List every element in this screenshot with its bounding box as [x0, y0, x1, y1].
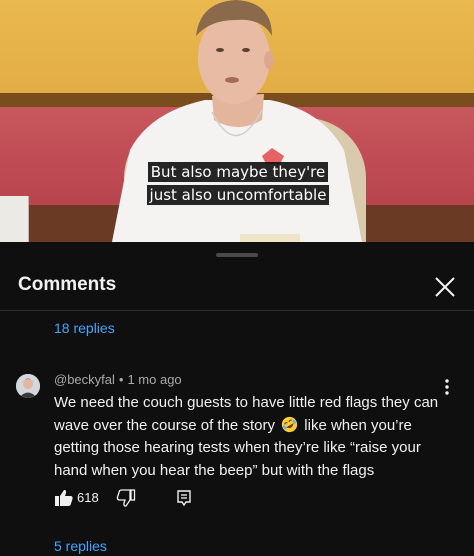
rolling-on-floor-laughing-emoji-icon: [281, 416, 298, 432]
view-replies-link-previous[interactable]: 18 replies: [54, 320, 115, 336]
reply-icon: [177, 490, 191, 507]
close-button[interactable]: [428, 270, 462, 304]
like-button[interactable]: [54, 488, 74, 508]
drag-handle[interactable]: [216, 253, 258, 257]
video-player[interactable]: But also maybe they're just also uncomfo…: [0, 0, 474, 242]
video-caption: But also maybe they're just also uncomfo…: [145, 161, 331, 207]
thumbs-up-icon: [55, 489, 73, 506]
caption-line-2: just also uncomfortable: [146, 185, 330, 205]
view-replies-link[interactable]: 5 replies: [54, 538, 107, 554]
dislike-button[interactable]: [116, 488, 136, 508]
comments-sheet: Comments 18 replies @beckyfal • 1 mo ago…: [0, 242, 474, 556]
reply-button[interactable]: [174, 488, 194, 508]
comment-actions: 618: [54, 488, 254, 512]
comment-meta: @beckyfal • 1 mo ago: [54, 372, 182, 387]
meta-separator: •: [118, 372, 124, 387]
caption-line-1: But also maybe they're: [147, 162, 329, 182]
comments-title: Comments: [18, 274, 117, 295]
like-count: 618: [77, 490, 99, 505]
avatar-image: [16, 374, 40, 398]
comment-author[interactable]: @beckyfal: [54, 372, 115, 387]
thumbs-down-icon: [116, 489, 136, 507]
screen: But also maybe they're just also uncomfo…: [0, 0, 474, 556]
comment-time: 1 mo ago: [127, 372, 182, 387]
close-icon: [435, 277, 455, 297]
avatar[interactable]: [16, 374, 40, 398]
comment-item: @beckyfal • 1 mo ago We need the couch gue…: [0, 370, 474, 530]
comment-text: We need the couch guests to have little …: [54, 392, 444, 482]
comments-header: Comments: [0, 264, 474, 310]
header-divider: [0, 310, 474, 311]
